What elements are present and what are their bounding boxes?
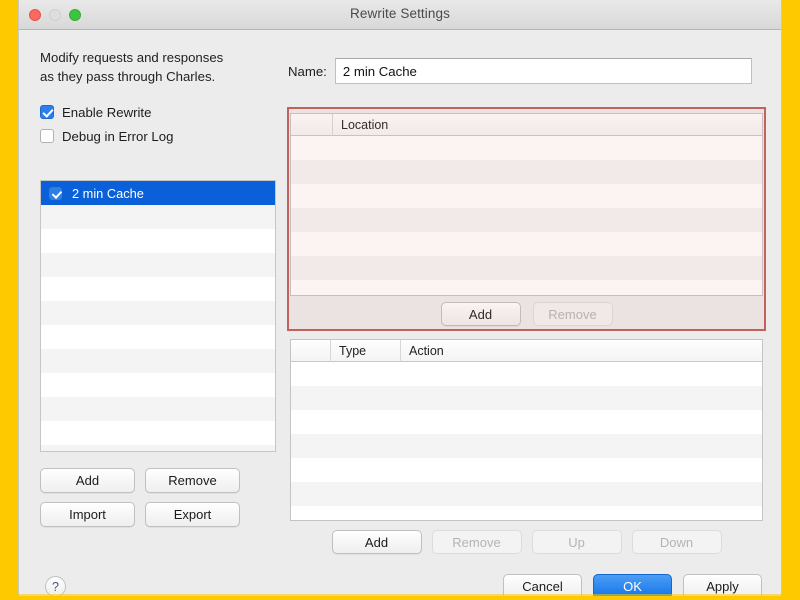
- list-item[interactable]: [41, 373, 275, 397]
- table-row[interactable]: [291, 208, 762, 232]
- table-row[interactable]: [291, 410, 762, 434]
- action-table-header: Type Action: [291, 340, 762, 362]
- table-row[interactable]: [291, 160, 762, 184]
- table-row[interactable]: [291, 458, 762, 482]
- rewrite-settings-window: Rewrite Settings Modify requests and res…: [18, 0, 782, 596]
- location-table-buttons: Add Remove: [290, 302, 763, 326]
- table-row[interactable]: [291, 386, 762, 410]
- bottom-accent-strip: [0, 594, 800, 600]
- name-label: Name:: [288, 63, 327, 79]
- left-panel: Modify requests and responses as they pa…: [40, 48, 276, 148]
- description-line-2: as they pass through Charles.: [40, 69, 216, 84]
- action-column-header-blank[interactable]: [291, 340, 331, 362]
- action-column-header[interactable]: Action: [401, 340, 762, 362]
- list-item[interactable]: [41, 301, 275, 325]
- list-item[interactable]: [41, 253, 275, 277]
- export-button[interactable]: Export: [145, 502, 240, 527]
- table-row[interactable]: [291, 232, 762, 256]
- name-input[interactable]: 2 min Cache: [334, 58, 752, 84]
- remove-rule-button[interactable]: Remove: [145, 468, 240, 493]
- table-row[interactable]: [291, 506, 762, 520]
- rewrite-rules-list[interactable]: 2 min Cache: [40, 180, 276, 452]
- move-up-button: Up: [531, 530, 622, 554]
- list-item[interactable]: [41, 397, 275, 421]
- location-column-header-blank[interactable]: [291, 114, 333, 136]
- table-row[interactable]: [291, 280, 762, 295]
- rule-label: 2 min Cache: [72, 185, 144, 201]
- dialog-content: Modify requests and responses as they pa…: [19, 30, 781, 596]
- apply-button[interactable]: Apply: [683, 574, 762, 596]
- remove-action-button: Remove: [431, 530, 522, 554]
- name-field-row: Name: 2 min Cache: [288, 58, 752, 84]
- add-location-button[interactable]: Add: [440, 302, 521, 326]
- table-row[interactable]: [291, 434, 762, 458]
- list-item[interactable]: [41, 277, 275, 301]
- enable-rewrite-label: Enable Rewrite: [62, 104, 152, 120]
- location-table-header: Location: [291, 114, 762, 136]
- window-titlebar: Rewrite Settings: [19, 0, 781, 30]
- location-table[interactable]: Location: [290, 113, 763, 296]
- list-item[interactable]: [41, 229, 275, 253]
- dialog-buttons: Cancel OK Apply: [503, 574, 762, 596]
- rule-enabled-checkbox[interactable]: [49, 186, 62, 200]
- debug-error-log-label: Debug in Error Log: [62, 128, 174, 144]
- add-rule-button[interactable]: Add: [40, 468, 135, 493]
- enable-rewrite-checkbox-row[interactable]: Enable Rewrite: [40, 100, 276, 124]
- action-table-buttons: Add Remove Up Down: [290, 530, 763, 554]
- table-row[interactable]: [291, 362, 762, 386]
- help-button[interactable]: ?: [45, 576, 66, 596]
- list-item[interactable]: [41, 445, 275, 451]
- list-item-rule[interactable]: 2 min Cache: [41, 181, 275, 205]
- rules-list-buttons: Add Remove Import Export: [40, 468, 240, 536]
- debug-error-log-checkbox[interactable]: [40, 129, 54, 143]
- table-row[interactable]: [291, 136, 762, 160]
- window-title: Rewrite Settings: [350, 6, 450, 21]
- table-row[interactable]: [291, 256, 762, 280]
- list-item[interactable]: [41, 421, 275, 445]
- table-row[interactable]: [291, 482, 762, 506]
- add-action-button[interactable]: Add: [331, 530, 422, 554]
- description-text: Modify requests and responses as they pa…: [40, 48, 280, 86]
- cancel-button[interactable]: Cancel: [503, 574, 582, 596]
- list-item[interactable]: [41, 205, 275, 229]
- table-row[interactable]: [291, 184, 762, 208]
- ok-button[interactable]: OK: [593, 574, 672, 596]
- list-item[interactable]: [41, 325, 275, 349]
- description-line-1: Modify requests and responses: [40, 50, 224, 65]
- remove-location-button: Remove: [532, 302, 613, 326]
- list-item[interactable]: [41, 349, 275, 373]
- move-down-button: Down: [631, 530, 722, 554]
- type-column-header[interactable]: Type: [331, 340, 401, 362]
- enable-rewrite-checkbox[interactable]: [40, 105, 54, 119]
- screenshot-frame: Rewrite Settings Modify requests and res…: [0, 0, 800, 600]
- action-table[interactable]: Type Action: [290, 339, 763, 521]
- location-column-header[interactable]: Location: [333, 114, 762, 136]
- import-button[interactable]: Import: [40, 502, 135, 527]
- debug-error-log-checkbox-row[interactable]: Debug in Error Log: [40, 124, 276, 148]
